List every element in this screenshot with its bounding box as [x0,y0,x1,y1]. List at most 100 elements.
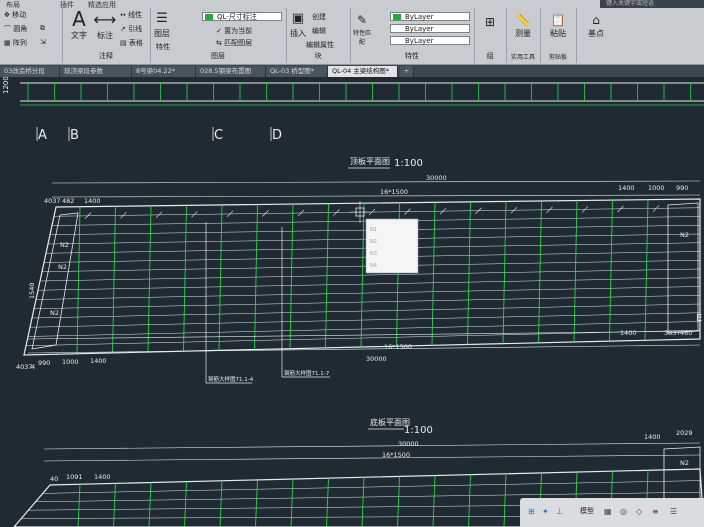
layers-icon: ☰ [156,11,168,26]
edit-attr-button[interactable]: 编辑属性 [306,40,334,50]
paste-button[interactable]: 📋 粘贴 [542,12,574,39]
top-right-dim-2: 990 [676,184,688,192]
axis-label-a: A [38,128,47,143]
layer-color-swatch [205,14,213,20]
ribbon: 布局 插件 精选应用 ✥ 移动 ⌒ 圆角 ▦ 阵列 ⧉ ⇲ A 文字 ⟷ 标注 … [0,0,704,65]
leader-tool[interactable]: ↗ 引线 [120,24,142,34]
text-icon: A [72,7,86,31]
annotation-panel: A 文字 ⟷ 标注 ↔ 线性 ↗ 引线 ▤ 表格 注释 [62,8,151,63]
ruler-icon: 📏 [515,13,531,27]
axis-label-c: C [214,128,223,143]
edit-block-button[interactable]: 编辑 [312,26,326,36]
bottom-right-dim-0: 1400 [620,329,637,337]
callout-1-text: 钢筋大样图71.1-4 [208,375,254,383]
doc-tab-1[interactable]: 现浇梁段参数 [60,66,132,77]
search-bar[interactable]: 键入关键字或短语 [600,0,704,8]
doc-tab-4[interactable]: QL-03 桥型图* [266,66,328,77]
customize-icon[interactable]: ☰ [670,507,677,516]
match-properties-button[interactable]: ✎ 特性匹配 [352,12,372,46]
groups-panel: ⊞ 组 [474,8,507,63]
drawing-canvas[interactable]: 1200 A B C D 顶板平面图 1:100 30000 16*1500 4… [0,77,704,527]
osnap-icon[interactable]: ◇ [636,507,642,516]
bottom-n-label: N2 [680,459,689,467]
annotation-panel-label: 注释 [99,52,113,60]
table-tool[interactable]: ▤ 表格 [120,38,143,48]
top-overall-dim: 30000 [426,174,447,182]
block-panel-label: 块 [314,52,322,60]
top-left-dim-1: 482 [62,197,74,205]
layer-combo[interactable]: QL-尺寸标注 [202,12,282,21]
new-tab-button[interactable]: + [400,66,414,77]
n-label-3: N2 [680,231,689,239]
bottom-plan-left-dim-2: 1400 [94,473,111,481]
measure-button[interactable]: 📏 测量 [508,12,538,39]
lineweight-combo[interactable]: ByLayer [390,36,470,45]
bottom-plan-left-dim-0: 40 [50,475,58,483]
properties-panel-label: 特性 [405,52,419,60]
popup-line-1: N2 [370,239,377,245]
snap-icon[interactable]: ✦ [542,507,549,516]
bottom-left-dim-1: 4 [31,363,35,371]
dimension-icon: ⟷ [93,10,117,29]
layer-properties-button[interactable]: ☰ 图层 [152,10,172,39]
move-tool[interactable]: ✥ 移动 [4,10,26,20]
text-label: 文字 [71,31,87,40]
bottom-plan-overall: 30000 [398,440,419,448]
brush-icon: ✎ [356,13,368,27]
bottom-right-dim-1: 3837 [664,329,681,337]
insert-button[interactable]: ▣ 插入 [288,10,308,39]
groups-panel-label: 组 [486,52,494,60]
copy-tool[interactable]: ⧉ [40,24,45,33]
doc-tab-5-active[interactable]: QL-04 主梁结构图* [328,66,398,77]
n-label-2: N2 [50,309,59,317]
canvas-background [0,77,704,527]
top-right-dim-1: 1000 [648,184,665,192]
text-button[interactable]: A 文字 [66,8,92,41]
top-left-dim-2: 1400 [84,197,101,205]
match-layer-button[interactable]: ⇆ 匹配图层 [216,38,252,48]
stretch-tool[interactable]: ⇲ [40,38,46,46]
top-spacing-dim: 16*1500 [380,188,408,196]
array-tool[interactable]: ▦ 阵列 [4,38,27,48]
layers-panel: ☰ 图层 QL-尺寸标注 ✓ 置为当前 ⇆ 匹配图层 特性 图层 [150,8,287,63]
clipboard-panel: 📋 粘贴 剪贴板 [540,8,577,63]
callout-2-text: 钢筋大样图71.1-7 [284,369,330,377]
cad-window: 布局 插件 精选应用 ✥ 移动 ⌒ 圆角 ▦ 阵列 ⧉ ⇲ A 文字 ⟷ 标注 … [0,0,704,527]
document-tabs: 03改造桥分段 现浇梁段参数 8号梁04.22* 028.5钢梁布置图 QL-0… [0,65,704,77]
doc-tab-3[interactable]: 028.5钢梁布置图 [196,66,266,77]
modify-panel: ✥ 移动 ⌒ 圆角 ▦ 阵列 ⧉ ⇲ [0,8,63,63]
grid-letter-e: E [696,313,702,324]
base-icon: ⌂ [592,13,600,27]
linetype-combo[interactable]: ByLayer [390,24,470,33]
bottom-spacing-dim: 16*1500 [384,343,412,351]
grid-display-icon[interactable]: ▦ [604,507,612,516]
base-button[interactable]: ⌂ 基点 [580,12,612,39]
ortho-icon[interactable]: ⊥ [556,507,563,516]
dimension-button[interactable]: ⟷ 标注 [92,10,118,41]
top-right-dim-0: 1400 [618,184,635,192]
set-current-button[interactable]: ✓ 置为当前 [216,26,252,36]
grid-icon[interactable]: ⊞ [528,507,535,516]
utilities-panel-label: 实用工具 [510,54,535,61]
search-placeholder: 键入关键字或短语 [606,0,655,7]
polar-icon[interactable]: ◎ [620,507,627,516]
create-block-button[interactable]: 创建 [312,12,326,22]
doc-tab-0[interactable]: 03改造桥分段 [0,66,60,77]
color-combo[interactable]: ByLayer [390,12,470,21]
clipboard-icon: 📋 [550,13,566,27]
bottom-left-dim-2: 990 [38,359,50,367]
top-plan-title-text: 顶板平面图 [350,156,390,166]
dimension-label: 标注 [97,31,113,40]
status-bar: ⊞ ✦ ⊥ 模型 ▦ ◎ ◇ ≡ ☰ [520,498,704,527]
fillet-tool[interactable]: ⌒ 圆角 [4,24,27,34]
bottom-right-dim-2: 460 [680,329,692,337]
bottom-left-dim-4: 1400 [90,357,107,365]
top-plan-scale: 1:100 [394,158,423,169]
group-button[interactable]: ⊞ [476,14,504,30]
model-label[interactable]: 模型 [580,506,594,516]
axis-label-d: D [272,128,282,143]
doc-tab-2[interactable]: 8号梁04.22* [132,66,196,77]
bottom-left-dim-3: 1000 [62,358,79,366]
linear-tool[interactable]: ↔ 线性 [120,10,142,20]
lineweight-icon[interactable]: ≡ [652,507,659,516]
